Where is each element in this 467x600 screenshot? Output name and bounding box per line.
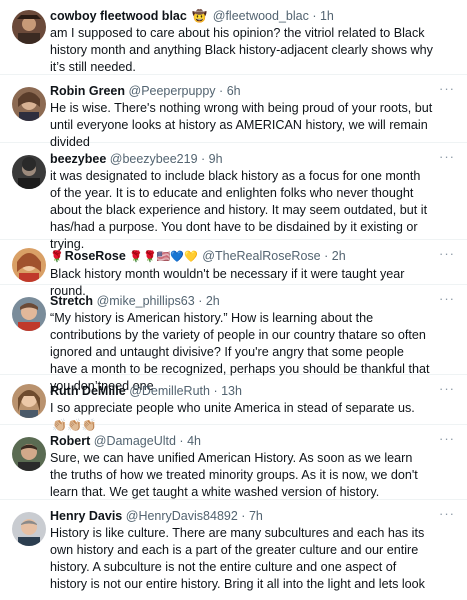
tweet[interactable]: ··· Ruth DeMille @DemilleRuth · 13h I so…	[0, 375, 467, 432]
tweet[interactable]: ··· Stretch @mike_phillips63 · 2h “My hi…	[0, 285, 467, 393]
display-name[interactable]: Ruth DeMille	[50, 384, 126, 398]
more-options-icon[interactable]: ···	[439, 431, 455, 446]
reply-feed: cowboy fleetwood blac 🤠 @fleetwood_blac …	[0, 0, 467, 600]
handle[interactable]: @TheRealRoseRose	[202, 249, 320, 263]
separator-dot: ·	[219, 84, 224, 98]
timestamp[interactable]: 13h	[221, 384, 242, 398]
more-options-icon[interactable]: ···	[439, 149, 455, 164]
tweet-text: History is like culture. There are many …	[50, 526, 425, 591]
more-options-icon[interactable]: ···	[439, 506, 455, 521]
separator-dot: ·	[198, 294, 203, 308]
tweet-header: Henry Davis @HenryDavis84892 · 7h	[50, 508, 433, 524]
display-name[interactable]: beezybee	[50, 152, 106, 166]
more-options-icon[interactable]: ···	[439, 381, 455, 396]
separator-dot: ·	[324, 249, 329, 263]
tweet[interactable]: ··· Robert @DamageUltd · 4h Sure, we can…	[0, 425, 467, 500]
display-name[interactable]: Henry Davis	[50, 509, 122, 523]
avatar[interactable]	[12, 155, 46, 189]
separator-dot: ·	[312, 9, 317, 23]
display-name[interactable]: RoseRose	[65, 249, 126, 263]
tweet-header: beezybee @beezybee219 · 9h	[50, 151, 433, 167]
handle[interactable]: @DemilleRuth	[129, 384, 210, 398]
timestamp[interactable]: 7h	[249, 509, 263, 523]
more-options-icon[interactable]: ···	[439, 246, 455, 261]
tweet[interactable]: ··· 🌹RoseRose 🌹🌹🇺🇸💙💛 @TheRealRoseRose · …	[0, 240, 467, 298]
more-options-icon[interactable]: ···	[439, 81, 455, 96]
handle[interactable]: @fleetwood_blac	[213, 9, 309, 23]
timestamp[interactable]: 2h	[332, 249, 346, 263]
tweet-header: Ruth DeMille @DemilleRuth · 13h	[50, 383, 433, 399]
avatar[interactable]	[12, 297, 46, 331]
display-name[interactable]: Robert	[50, 434, 90, 448]
separator-dot: ·	[179, 434, 184, 448]
display-name[interactable]: Stretch	[50, 294, 93, 308]
handle[interactable]: @beezybee219	[110, 152, 198, 166]
handle[interactable]: @HenryDavis84892	[126, 509, 238, 523]
tweet-text: Sure, we can have unified American Histo…	[50, 451, 418, 499]
avatar[interactable]	[12, 10, 46, 44]
tweet[interactable]: ··· Henry Davis @HenryDavis84892 · 7h Hi…	[0, 500, 467, 600]
cowboy-emoji: 🤠	[192, 9, 208, 23]
tweet-header: 🌹RoseRose 🌹🌹🇺🇸💙💛 @TheRealRoseRose · 2h	[50, 248, 433, 265]
tweet-header: Robin Green @Peeperpuppy · 6h	[50, 83, 433, 99]
separator-dot: ·	[241, 509, 246, 523]
name-emoji-group: 🌹🌹🇺🇸💙💛	[129, 251, 198, 263]
handle[interactable]: @DamageUltd	[94, 434, 176, 448]
timestamp[interactable]: 1h	[320, 9, 334, 23]
separator-dot: ·	[213, 384, 218, 398]
timestamp[interactable]: 2h	[206, 294, 220, 308]
tweet-header: Stretch @mike_phillips63 · 2h	[50, 293, 433, 309]
timestamp[interactable]: 9h	[209, 152, 223, 166]
avatar[interactable]	[12, 512, 46, 546]
avatar[interactable]	[12, 248, 46, 282]
timestamp[interactable]: 6h	[227, 84, 241, 98]
display-name[interactable]: Robin Green	[50, 84, 125, 98]
avatar[interactable]	[12, 87, 46, 121]
tweet-header: Robert @DamageUltd · 4h	[50, 433, 433, 449]
handle[interactable]: @mike_phillips63	[97, 294, 195, 308]
tweet-text: am I supposed to care about his opinion?…	[50, 26, 433, 74]
display-name[interactable]: cowboy fleetwood blac	[50, 9, 187, 23]
rose-emoji: 🌹	[50, 251, 64, 263]
avatar[interactable]	[12, 384, 46, 418]
tweet[interactable]: ··· beezybee @beezybee219 · 9h it was de…	[0, 143, 467, 251]
timestamp[interactable]: 4h	[187, 434, 201, 448]
tweet[interactable]: cowboy fleetwood blac 🤠 @fleetwood_blac …	[0, 0, 467, 75]
handle[interactable]: @Peeperpuppy	[129, 84, 216, 98]
more-options-icon[interactable]: ···	[439, 291, 455, 306]
tweet[interactable]: ··· Robin Green @Peeperpuppy · 6h He is …	[0, 75, 467, 149]
tweet-text-body: I so appreciate people who unite America…	[50, 401, 415, 415]
tweet-header: cowboy fleetwood blac 🤠 @fleetwood_blac …	[50, 8, 433, 24]
separator-dot: ·	[201, 152, 206, 166]
avatar[interactable]	[12, 437, 46, 471]
